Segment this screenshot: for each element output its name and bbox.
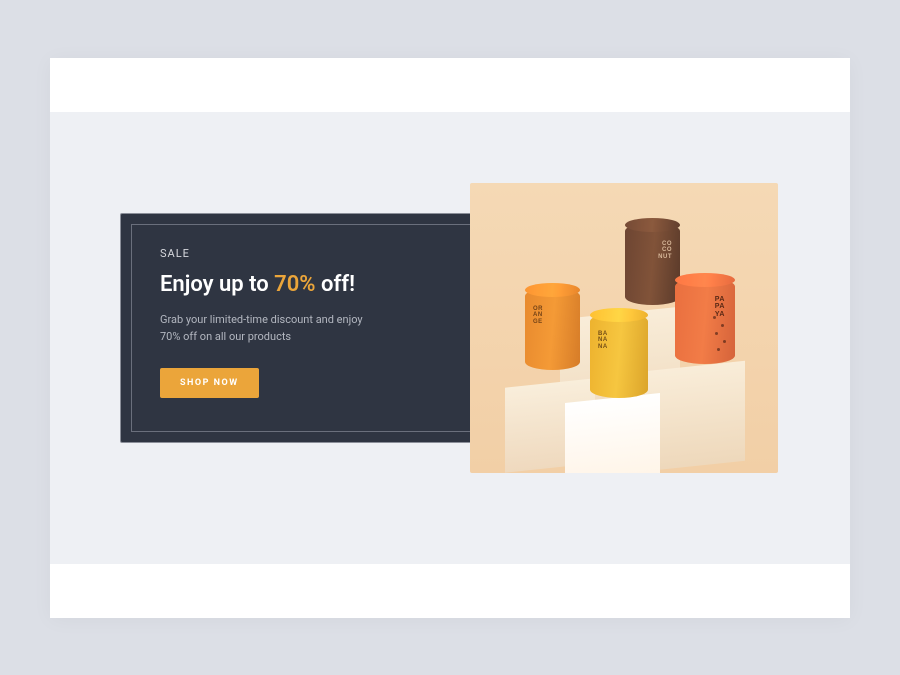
promo-subcopy: Grab your limited-time discount and enjo… bbox=[160, 311, 380, 346]
promo-eyebrow: SALE bbox=[160, 247, 460, 260]
can-label-banana: BANANA bbox=[598, 331, 608, 351]
shop-now-button[interactable]: SHOP NOW bbox=[160, 368, 259, 398]
pedestal-front bbox=[565, 393, 660, 473]
can-label-orange: ORANGE bbox=[533, 306, 543, 326]
pedestal-right bbox=[645, 360, 745, 471]
product-can-banana: BANANA bbox=[590, 313, 648, 398]
can-label-coconut: COCONUT bbox=[658, 241, 672, 261]
headline-highlight: 70% bbox=[274, 272, 315, 297]
promo-headline: Enjoy up to 70% off! bbox=[160, 272, 460, 297]
promo-inner: SALE Enjoy up to 70% off! Grab your limi… bbox=[131, 224, 489, 432]
can-dots-icon bbox=[711, 314, 729, 354]
headline-suffix: off! bbox=[316, 272, 355, 297]
page-frame: SALE Enjoy up to 70% off! Grab your limi… bbox=[50, 58, 850, 618]
product-hero-image: COCONUT ORANGE PAPAYA BANANA bbox=[470, 183, 778, 473]
headline-prefix: Enjoy up to bbox=[160, 272, 274, 297]
product-can-papaya: PAPAYA bbox=[675, 278, 735, 364]
product-can-coconut: COCONUT bbox=[625, 223, 680, 305]
product-can-orange: ORANGE bbox=[525, 288, 580, 370]
promo-card: SALE Enjoy up to 70% off! Grab your limi… bbox=[120, 213, 500, 443]
